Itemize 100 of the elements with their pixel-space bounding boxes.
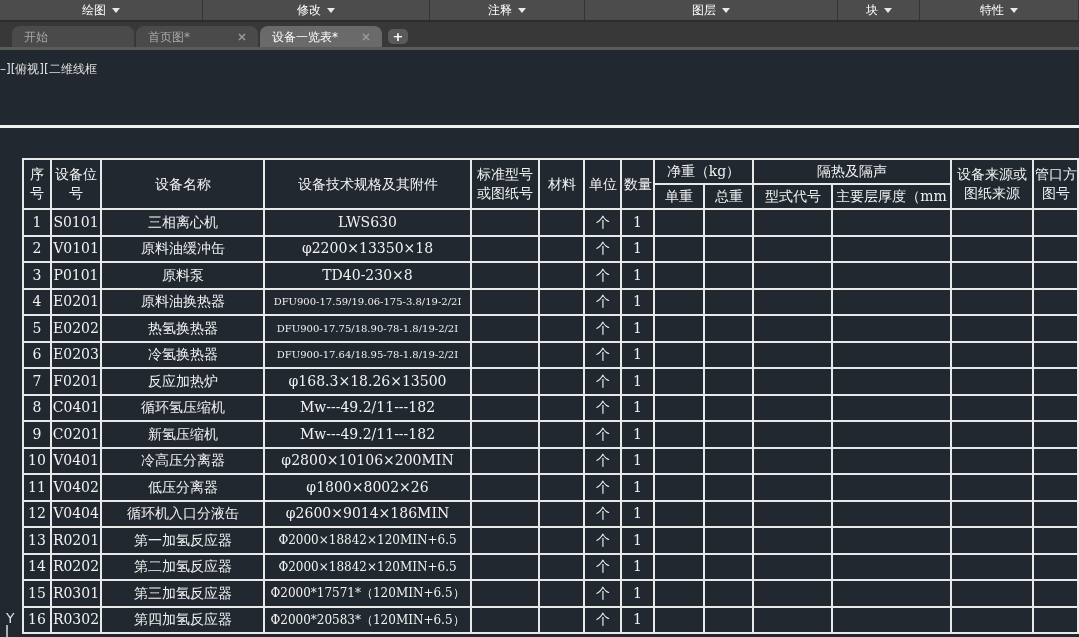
table-cell: Φ2000×18842×120MIN+6.5 (278, 559, 457, 574)
table-cell: 三相离心机 (147, 213, 218, 230)
table-cell: 1 (633, 452, 642, 469)
table-cell: 第二加氢反应器 (133, 558, 232, 575)
caret-icon (883, 7, 892, 13)
table-cell: 1 (633, 213, 642, 230)
table-cell: E0203 (53, 346, 99, 363)
table-cell: 1 (633, 558, 642, 575)
caret-icon (1010, 7, 1018, 13)
table-cell: 原料油缓冲缶 (140, 240, 225, 257)
column-header: 设备来源或图纸来源 (951, 159, 1033, 209)
table-cell: 9 (32, 425, 42, 442)
close-icon[interactable] (238, 32, 246, 41)
table-cell: 1 (633, 425, 642, 442)
table-cell: R0301 (52, 584, 100, 601)
table-cell: 原料泵 (161, 266, 204, 283)
table-cell: P0101 (53, 266, 99, 283)
caret-icon (112, 7, 120, 13)
table-cell: 新氢压缩机 (147, 425, 218, 442)
caret-icon (722, 7, 730, 13)
table-cell: 个 (595, 425, 610, 442)
column-subheader: 单重 (654, 184, 704, 209)
table-cell: φ2200×13350×18 (301, 240, 434, 257)
table-cell: 冷氢换热器 (147, 346, 218, 363)
table-cell: 14 (28, 558, 46, 575)
table-cell: F0201 (53, 372, 99, 389)
table-cell: C0401 (52, 399, 100, 416)
new-tab-button[interactable]: + (388, 29, 408, 44)
table-cell: 1 (633, 531, 642, 548)
column-header: 标准型号或图纸号 (471, 159, 539, 209)
table-cell: 1 (633, 584, 642, 601)
table-cell: 1 (633, 346, 642, 363)
table-cell: 1 (633, 505, 642, 522)
column-header: 设备技术规格及其附件 (264, 159, 471, 209)
table-cell: φ168.3×18.26×13500 (288, 372, 447, 389)
table-cell: 个 (595, 293, 610, 310)
table-cell: 1 (633, 372, 642, 389)
table-cell: 5 (32, 319, 42, 336)
table-cell: V0101 (53, 240, 99, 257)
column-header: 数量 (621, 159, 654, 209)
table-cell: C0201 (52, 425, 100, 442)
caret-icon (518, 7, 526, 13)
table-cell: R0302 (52, 611, 100, 628)
caret-icon (327, 7, 335, 13)
column-header: 净重（kg） (654, 159, 753, 184)
table-cell: 8 (32, 399, 42, 416)
file-tab[interactable]: 设备一览表* (260, 26, 382, 47)
table-cell: V0401 (53, 452, 99, 469)
table-cell: DFU900-17.64/18.95-78-1.8/19-2/2I (276, 349, 459, 361)
table-cell: 2 (32, 240, 42, 257)
table-cell: 1 (633, 478, 642, 495)
table-cell: 个 (595, 478, 610, 495)
table-cell: Φ2000×18842×120MIN+6.5 (278, 533, 457, 548)
table-cell: 个 (595, 558, 610, 575)
table-cell: 循环氢压缩机 (140, 399, 225, 416)
table-cell: 个 (595, 611, 610, 628)
column-header: 序号 (23, 159, 51, 209)
table-cell: Mw---49.2/11---182 (299, 399, 436, 416)
viewport-label[interactable]: –][俯视][二维线框 (0, 62, 97, 76)
column-subheader: 总重 (704, 184, 753, 209)
close-icon[interactable] (362, 32, 370, 41)
table-cell: φ1800×8002×26 (306, 478, 429, 495)
table-cell: 12 (28, 505, 46, 522)
table-cell: 1 (633, 266, 642, 283)
table-cell: 1 (633, 240, 642, 257)
table-cell: E0202 (53, 319, 99, 336)
table-cell: 15 (28, 584, 46, 601)
table-cell: 1 (32, 213, 42, 230)
table-cell: 11 (28, 478, 46, 495)
table-cell: 7 (32, 372, 42, 389)
column-header: 设备位号 (51, 159, 101, 209)
table-cell: 1 (633, 399, 642, 416)
table-cell: 6 (32, 346, 42, 363)
table-cell: φ2800×10106×200MIN (281, 452, 454, 469)
table-cell: 个 (595, 266, 610, 283)
table-cell: R0201 (52, 531, 100, 548)
table-cell: 13 (28, 531, 46, 548)
table-cell: LWS630 (338, 213, 397, 230)
table-cell: 1 (633, 293, 642, 310)
table-cell: 第三加氢反应器 (133, 584, 232, 601)
ucs-axis-icon (6, 625, 10, 637)
table-cell: 循环机入口分液缶 (126, 505, 239, 522)
table-cell: 1 (633, 611, 642, 628)
table-cell: 低压分离器 (147, 478, 218, 495)
table-cell: 个 (595, 240, 610, 257)
column-subheader: 型式代号 (753, 184, 832, 209)
table-cell: φ2600×9014×186MIN (285, 505, 450, 522)
table-cell: 第一加氢反应器 (133, 531, 232, 548)
table-cell: Φ2000*20583*（120MIN+6.5） (270, 612, 465, 627)
table-cell: 个 (595, 399, 610, 416)
column-header: 管口方图号 (1033, 159, 1078, 209)
table-cell: 3 (32, 266, 42, 283)
file-tab[interactable]: 开始 (12, 26, 134, 47)
table-cell: 冷高压分离器 (140, 452, 225, 469)
file-tab[interactable]: 首页图* (136, 26, 258, 47)
column-header: 单位 (584, 159, 621, 209)
table-cell: 热氢换热器 (147, 319, 218, 336)
table-cell: 个 (595, 531, 610, 548)
table-cell: 个 (595, 584, 610, 601)
table-cell: 个 (595, 372, 610, 389)
